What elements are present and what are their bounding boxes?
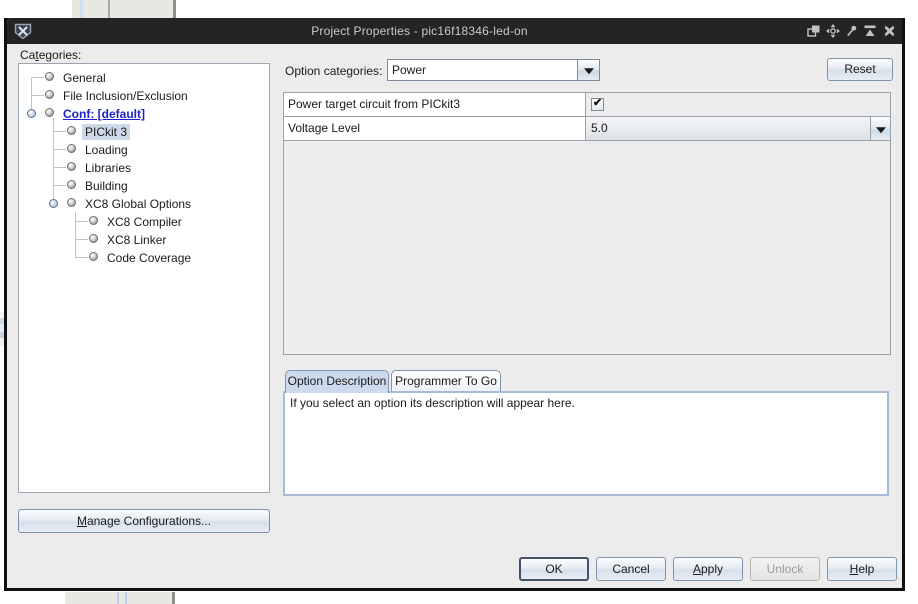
background-window-fragment-top [72,0,176,18]
tree-connector [75,221,88,222]
tree-item-pickit3[interactable]: PICkit 3 [19,122,269,140]
tree-node-icon [67,144,76,153]
x-shield-icon [13,23,33,40]
tree-node-icon [89,234,98,243]
combobox-arrow-button[interactable] [870,117,890,140]
tree-connector [31,95,44,96]
move-icon[interactable] [825,24,841,38]
option-value-cell: ✔ [586,93,890,116]
window-title: Project Properties - pic16f18346-led-on [33,24,806,38]
stack-icon[interactable] [806,24,821,38]
fragment-stripe [125,592,127,604]
tree-expand-handle[interactable] [27,109,36,118]
tree-item-label: Conf: [default] [60,106,148,122]
tree-node-icon [67,126,76,135]
tree-item-libraries[interactable]: Libraries [19,158,269,176]
titlebar[interactable]: Project Properties - pic16f18346-led-on [7,18,902,44]
option-description-panel: If you select an option its description … [283,391,889,496]
tree-node-icon [67,162,76,171]
option-name: Power target circuit from PICkit3 [284,93,586,116]
combobox-value: Power [392,63,426,77]
categories-tree[interactable]: General File Inclusion/Exclusion Conf: [… [18,63,270,493]
tree-connector [75,239,88,240]
tree-node-icon [45,90,54,99]
tree-connector [53,167,66,168]
fragment-stripe [80,0,83,18]
help-button[interactable]: Help [827,557,897,581]
voltage-level-combobox[interactable]: 5.0 [586,117,890,140]
option-categories-label: Option categories: [285,64,382,78]
combobox-arrow-button[interactable] [577,60,599,80]
tree-item-label: XC8 Compiler [104,214,185,230]
tree-item-label: XC8 Linker [104,232,169,248]
apply-button[interactable]: Apply [673,557,743,581]
option-categories-combobox[interactable]: Power [387,59,600,81]
tree-item-label: Libraries [82,160,134,176]
power-target-checkbox[interactable]: ✔ [591,98,604,111]
tree-item-conf-default[interactable]: Conf: [default] [19,104,269,122]
tree-connector [75,257,88,258]
tree-item-xc8-compiler[interactable]: XC8 Compiler [19,212,269,230]
categories-label: Categories: [20,48,81,62]
tree-node-icon [67,180,76,189]
tree-item-code-coverage[interactable]: Code Coverage [19,248,269,266]
tree-item-label: Building [82,178,131,194]
tree-item-label: PICkit 3 [82,124,130,140]
tree-expand-handle[interactable] [49,199,58,208]
tree-connector [31,77,44,78]
tree-node-icon [45,72,54,81]
close-x-icon[interactable] [882,24,897,38]
tree-item-label: Loading [82,142,131,158]
options-table: Power target circuit from PICkit3 ✔ Volt… [283,92,891,355]
fragment-stripe [117,592,119,604]
tree-node-icon [67,198,76,207]
tree-item-label: General [60,70,109,86]
tree-connector [53,149,66,150]
tab-programmer-to-go[interactable]: Programmer To Go [391,370,501,392]
chevron-down-icon [876,127,886,133]
ok-button[interactable]: OK [519,557,589,581]
checkmark-icon: ✔ [593,96,602,109]
maximize-icon[interactable] [862,24,878,38]
tree-item-file-inclusion[interactable]: File Inclusion/Exclusion [19,86,269,104]
option-name: Voltage Level [284,117,586,140]
tree-item-building[interactable]: Building [19,176,269,194]
fragment-divider [108,0,110,18]
manage-configurations-button[interactable]: Manage Configurations... [18,509,270,533]
combobox-value: 5.0 [591,121,608,135]
description-text: If you select an option its description … [290,396,575,410]
tree-item-xc8-linker[interactable]: XC8 Linker [19,230,269,248]
project-properties-dialog: Project Properties - pic16f18346-led-on [4,18,905,591]
pin-icon[interactable] [845,24,858,38]
chevron-down-icon [584,68,594,74]
tree-item-loading[interactable]: Loading [19,140,269,158]
reset-button[interactable]: Reset [827,58,893,81]
unlock-button: Unlock [750,557,820,581]
tree-item-label: Code Coverage [104,250,194,266]
tree-node-icon [45,108,54,117]
tree-connector [53,131,66,132]
option-row-voltage-level: Voltage Level 5.0 [284,117,890,141]
tree-item-general[interactable]: General [19,68,269,86]
tree-node-icon [89,252,98,261]
dialog-content: Categories: General File Inclusion/Exclu… [7,44,902,588]
option-row-power-target: Power target circuit from PICkit3 ✔ [284,93,890,117]
tree-item-label: File Inclusion/Exclusion [60,88,191,104]
tree-node-icon [89,216,98,225]
background-window-fragment-bottom [65,592,175,604]
tab-option-description[interactable]: Option Description [285,370,389,393]
cancel-button[interactable]: Cancel [596,557,666,581]
tree-item-label: XC8 Global Options [82,196,194,212]
tree-connector [53,185,66,186]
